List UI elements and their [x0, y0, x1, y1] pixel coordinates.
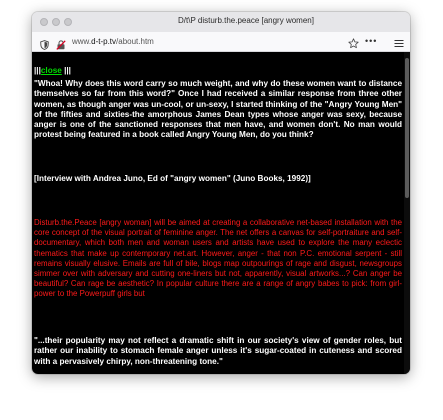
browser-window: D/t\P disturb.the.peace [angry women] ww… — [32, 12, 410, 374]
close-window-button[interactable] — [40, 18, 48, 26]
address-toolbar: www.d-t-p.tv/about.htm ••• — [32, 32, 410, 52]
page-viewport[interactable]: |||close ||| "Whoa! Why does this word c… — [32, 52, 410, 374]
url-domain: d-t-p.tv — [91, 37, 117, 46]
shield-icon[interactable] — [40, 37, 49, 50]
vertical-scrollbar[interactable] — [404, 52, 410, 374]
more-actions-icon[interactable]: ••• — [365, 36, 377, 47]
title-bar: D/t\P disturb.the.peace [angry women] — [32, 12, 410, 32]
url-prefix: www. — [72, 37, 92, 46]
url-field[interactable]: www.d-t-p.tv/about.htm — [72, 37, 154, 46]
intro-quote: "Whoa! Why does this word carry so much … — [34, 79, 402, 140]
scrollbar-thumb[interactable] — [405, 58, 409, 198]
zoom-window-button[interactable] — [64, 18, 72, 26]
hamburger-menu-icon[interactable] — [394, 36, 404, 47]
project-description: Disturb.the.Peace [angry woman] will be … — [34, 218, 402, 299]
bookmark-star-icon[interactable] — [348, 36, 359, 49]
nav-prefix: ||| — [34, 66, 41, 75]
page-nav: |||close ||| — [34, 66, 71, 75]
interview-citation: [Interview with Andrea Juno, Ed of "angr… — [34, 174, 311, 183]
minimize-window-button[interactable] — [52, 18, 60, 26]
nav-suffix: ||| — [64, 66, 71, 75]
insecure-connection-icon[interactable] — [56, 37, 66, 50]
closing-quote: "...their popularity may not reflect a d… — [34, 336, 402, 366]
window-title: D/t\P disturb.the.peace [angry women] — [178, 16, 314, 25]
close-link[interactable]: close — [41, 66, 62, 75]
url-path: /about.htm — [116, 37, 154, 46]
